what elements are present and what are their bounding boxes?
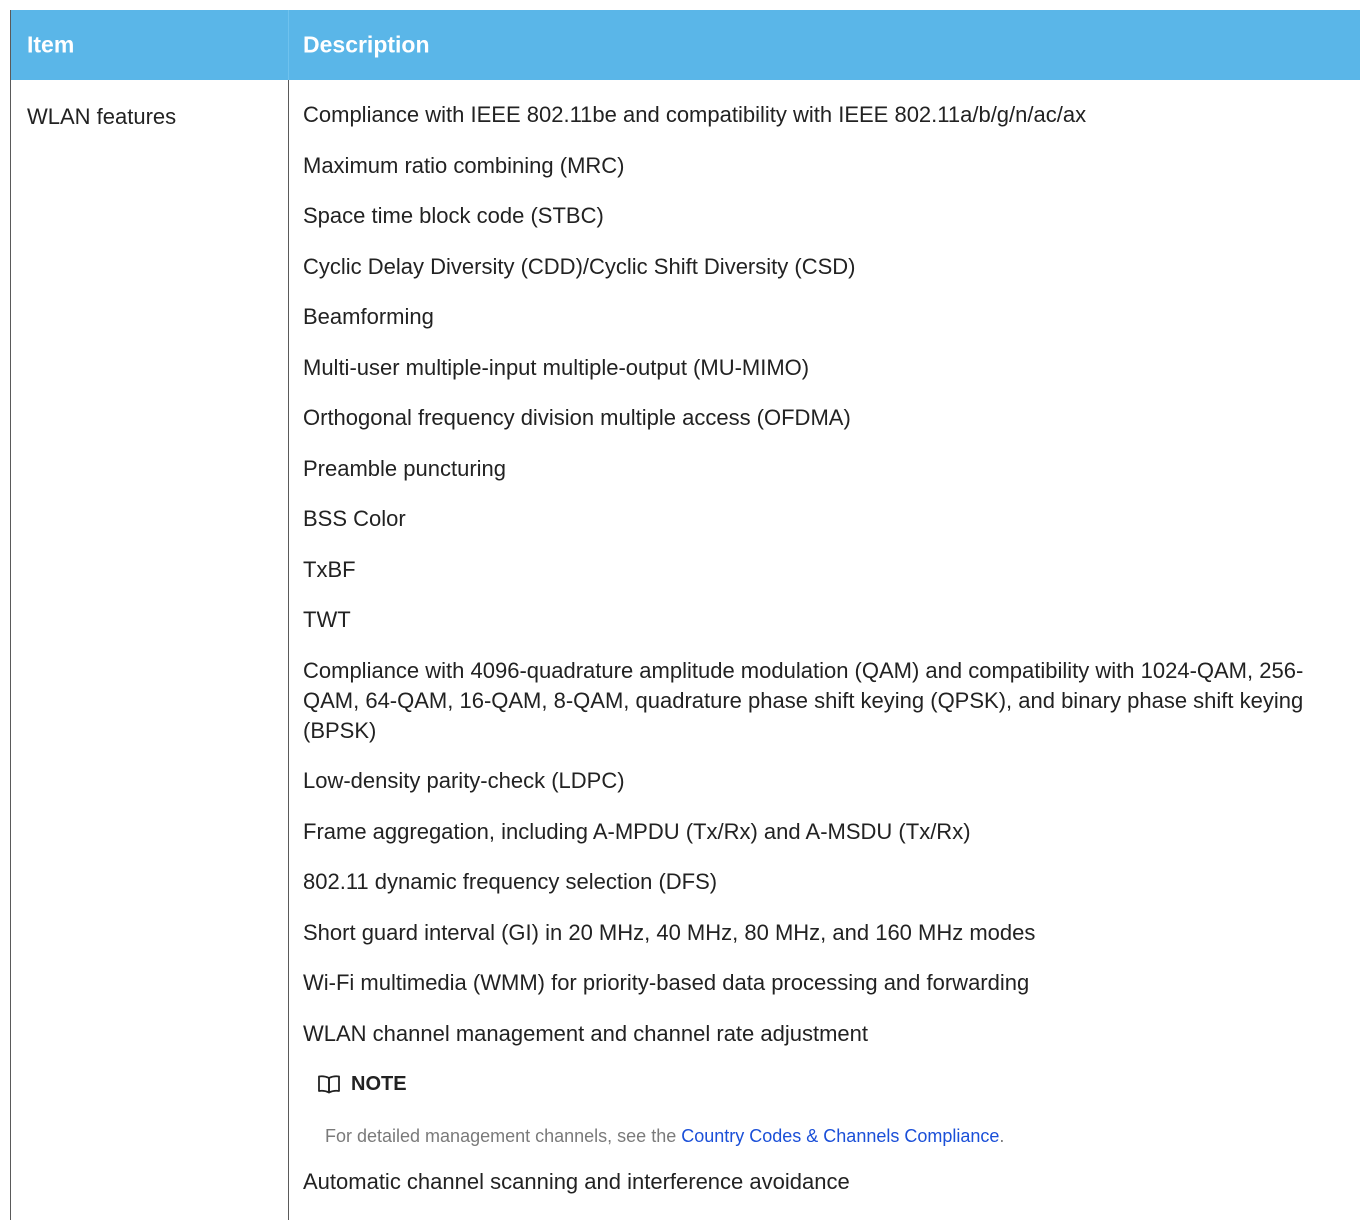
header-description: Description bbox=[303, 31, 430, 58]
country-codes-link[interactable]: Country Codes & Channels Compliance bbox=[681, 1126, 999, 1146]
description-item: 802.11 dynamic frequency selection (DFS) bbox=[303, 869, 718, 894]
page: Item Description WLAN features Complianc… bbox=[0, 0, 1360, 1220]
table-header-row: Item Description bbox=[11, 10, 1360, 80]
note-title: NOTE bbox=[303, 1069, 1353, 1099]
note-text-before: For detailed management channels, see th… bbox=[325, 1126, 682, 1146]
description-item: Frame aggregation, including A-MPDU (Tx/… bbox=[303, 818, 971, 844]
description-cell: Compliance with IEEE 802.11be and compat… bbox=[303, 100, 1353, 1197]
note-text-after: . bbox=[999, 1126, 1005, 1146]
description-item: WLAN channel management and channel rate… bbox=[303, 1020, 869, 1046]
note-box: NOTE For detailed management channels, s… bbox=[303, 1069, 1353, 1149]
description-item: BSS Color bbox=[303, 506, 406, 531]
description-item: Orthogonal frequency division multiple a… bbox=[303, 405, 851, 430]
column-divider bbox=[288, 80, 289, 1220]
book-icon bbox=[318, 1075, 340, 1094]
description-item: Beamforming bbox=[303, 304, 434, 329]
header-column-divider bbox=[288, 10, 289, 80]
description-item: Space time block code (STBC) bbox=[303, 203, 604, 228]
description-item: Compliance with IEEE 802.11be and compat… bbox=[303, 102, 1087, 127]
description-list: Compliance with IEEE 802.11be and compat… bbox=[303, 100, 1353, 1049]
description-item: Low-density parity-check (LDPC) bbox=[303, 768, 625, 793]
description-item: Compliance with 4096-quadrature amplitud… bbox=[303, 657, 1304, 743]
note-text: For detailed management channels, see th… bbox=[325, 1123, 1353, 1149]
description-item-last: Automatic channel scanning and interfere… bbox=[303, 1169, 850, 1194]
header-item: Item bbox=[27, 31, 75, 58]
description-item: Multi-user multiple-input multiple-outpu… bbox=[303, 354, 810, 380]
description-item: TWT bbox=[303, 607, 351, 632]
specification-table: Item Description WLAN features Complianc… bbox=[10, 10, 1360, 1220]
item-cell: WLAN features bbox=[27, 104, 177, 129]
description-item: Wi-Fi multimedia (WMM) for priority-base… bbox=[303, 970, 1030, 995]
description-item: Preamble puncturing bbox=[303, 455, 507, 481]
description-item: Maximum ratio combining (MRC) bbox=[303, 152, 625, 178]
description-item: Short guard interval (GI) in 20 MHz, 40 … bbox=[303, 919, 1036, 945]
description-item: Cyclic Delay Diversity (CDD)/Cyclic Shif… bbox=[303, 253, 856, 279]
description-item: TxBF bbox=[303, 556, 356, 582]
note-title-text: NOTE bbox=[351, 1073, 407, 1095]
